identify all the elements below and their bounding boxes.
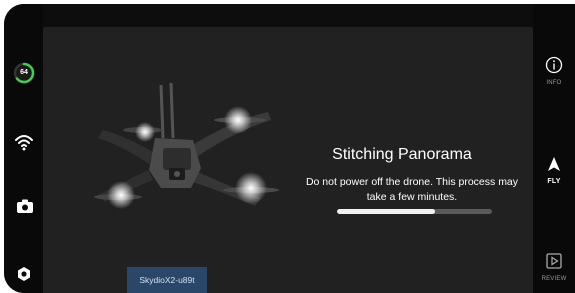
right-sidebar: INFO FLY REVIEW [533, 4, 575, 293]
info-label: INFO [546, 80, 562, 86]
drone-image [94, 82, 279, 209]
status-message: Do not power off the drone. This process… [305, 176, 519, 203]
info-icon [545, 56, 563, 74]
navigation-arrow-icon [548, 157, 560, 171]
settings-icon[interactable] [16, 266, 32, 282]
battery-indicator: 64 [13, 62, 35, 84]
camera-view: Stitching Panorama Do not power off the … [43, 27, 533, 293]
play-icon [546, 253, 562, 269]
fly-label: FLY [547, 178, 561, 185]
info-button[interactable]: INFO [533, 56, 575, 86]
battery-percent: 64 [20, 69, 28, 76]
status-title: Stitching Panorama [332, 146, 472, 163]
wifi-icon[interactable] [14, 133, 34, 151]
fly-button[interactable]: FLY [533, 156, 575, 185]
review-button[interactable]: REVIEW [533, 252, 575, 282]
progress-bar-fill [337, 209, 435, 214]
drone-name-badge: SkydioX2-u89t [127, 267, 207, 293]
camera-icon[interactable] [16, 198, 34, 214]
progress-bar [337, 209, 492, 214]
review-label: REVIEW [541, 276, 567, 282]
app-window: 64 Stitching Panorama Do not power off t… [4, 4, 575, 293]
left-sidebar: 64 [4, 4, 43, 293]
